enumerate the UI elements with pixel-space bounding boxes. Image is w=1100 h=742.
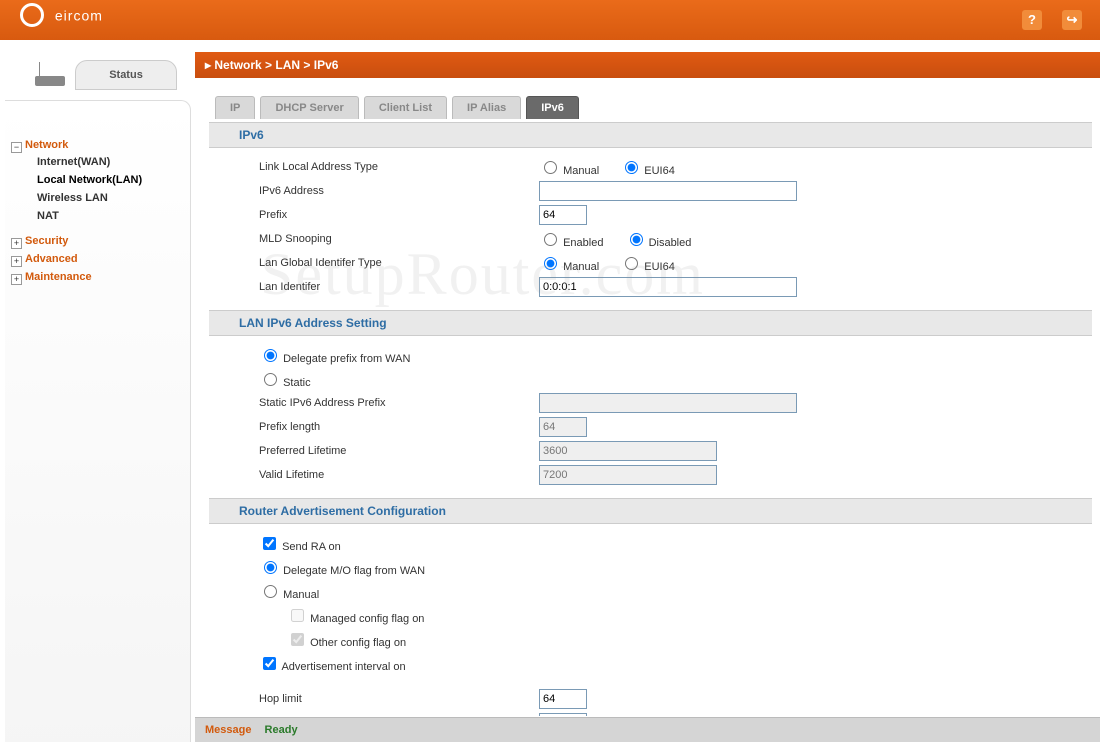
label-valid-lifetime: Valid Lifetime	[259, 469, 539, 481]
tab-client-list[interactable]: Client List	[364, 96, 447, 119]
checkbox-managed-config-flag[interactable]: Managed config flag on	[287, 613, 424, 625]
input-hop-limit[interactable]	[539, 689, 587, 709]
label-preferred-lifetime: Preferred Lifetime	[259, 445, 539, 457]
radio-link-local-eui64[interactable]: EUI64	[620, 165, 675, 177]
logout-icon[interactable]: ↪	[1062, 10, 1082, 30]
checkbox-send-ra-on[interactable]: Send RA on	[259, 541, 341, 553]
section-header-router-adv: Router Advertisement Configuration	[209, 498, 1092, 524]
brand-text: eircom	[55, 8, 103, 24]
label-hop-limit: Hop limit	[259, 693, 539, 705]
input-prefix-length[interactable]	[539, 417, 587, 437]
sidebar: Network Internet(WAN) Local Network(LAN)…	[5, 100, 191, 742]
status-bar-status: Ready	[265, 724, 298, 736]
status-bar-message-label: Message	[205, 724, 251, 736]
tab-ip[interactable]: IP	[215, 96, 255, 119]
tab-ip-alias[interactable]: IP Alias	[452, 96, 521, 119]
main-panel: IP DHCP Server Client List IP Alias IPv6…	[205, 88, 1096, 716]
input-preferred-lifetime[interactable]	[539, 441, 717, 461]
sidebar-group-security[interactable]: Security	[11, 232, 190, 250]
radio-mld-enabled[interactable]: Enabled	[539, 237, 603, 249]
label-prefix: Prefix	[259, 209, 539, 221]
sidebar-group-network[interactable]: Network Internet(WAN) Local Network(LAN)…	[11, 136, 190, 232]
tab-dhcp-server[interactable]: DHCP Server	[260, 96, 358, 119]
radio-lan-global-eui64[interactable]: EUI64	[620, 261, 675, 273]
logo-mark-icon	[20, 3, 44, 27]
status-bar: Message Ready	[195, 717, 1100, 742]
radio-delegate-mo-flag-wan[interactable]: Delegate M/O flag from WAN	[259, 565, 425, 577]
section-header-ipv6: IPv6	[209, 122, 1092, 148]
help-icon[interactable]: ?	[1022, 10, 1042, 30]
brand-logo: eircom	[20, 5, 103, 29]
input-prefix[interactable]	[539, 205, 587, 225]
sidebar-item-local-network-lan[interactable]: Local Network(LAN)	[37, 171, 190, 189]
sidebar-group-maintenance[interactable]: Maintenance	[11, 268, 190, 286]
sidebar-item-nat[interactable]: NAT	[37, 207, 190, 225]
radio-lan-global-manual[interactable]: Manual	[539, 261, 599, 273]
radio-link-local-manual[interactable]: Manual	[539, 165, 599, 177]
breadcrumb: ▸ Network > LAN > IPv6	[195, 52, 1100, 78]
label-static-ipv6-prefix: Static IPv6 Address Prefix	[259, 397, 539, 409]
label-prefix-length: Prefix length	[259, 421, 539, 433]
radio-mo-manual[interactable]: Manual	[259, 589, 319, 601]
breadcrumb-seg-lan[interactable]: LAN	[275, 58, 300, 72]
tab-ipv6[interactable]: IPv6	[526, 96, 579, 119]
input-ipv6-address[interactable]	[539, 181, 797, 201]
breadcrumb-seg-ipv6: IPv6	[314, 58, 339, 72]
label-ipv6-address: IPv6 Address	[259, 185, 539, 197]
router-icon	[35, 62, 69, 88]
section-header-lan-ipv6: LAN IPv6 Address Setting	[209, 310, 1092, 336]
label-link-local-address-type: Link Local Address Type	[259, 161, 539, 173]
sidebar-item-internet-wan[interactable]: Internet(WAN)	[37, 153, 190, 171]
label-mld-snooping: MLD Snooping	[259, 233, 539, 245]
radio-static[interactable]: Static	[259, 377, 311, 389]
sidebar-item-wireless-lan[interactable]: Wireless LAN	[37, 189, 190, 207]
radio-delegate-prefix-wan[interactable]: Delegate prefix from WAN	[259, 353, 410, 365]
input-valid-lifetime[interactable]	[539, 465, 717, 485]
checkbox-advertisement-interval-on[interactable]: Advertisement interval on	[259, 661, 406, 673]
tab-bar: IP DHCP Server Client List IP Alias IPv6	[215, 96, 1096, 122]
input-router-lifetime[interactable]	[539, 713, 587, 716]
checkbox-other-config-flag[interactable]: Other config flag on	[287, 637, 406, 649]
status-tab[interactable]: Status	[75, 60, 177, 90]
label-lan-global-identifier-type: Lan Global Identifer Type	[259, 257, 539, 269]
breadcrumb-seg-network[interactable]: Network	[214, 58, 261, 72]
label-lan-identifier: Lan Identifer	[259, 281, 539, 293]
input-lan-identifier[interactable]	[539, 277, 797, 297]
sidebar-group-advanced[interactable]: Advanced	[11, 250, 190, 268]
input-static-ipv6-prefix[interactable]	[539, 393, 797, 413]
radio-mld-disabled[interactable]: Disabled	[625, 237, 692, 249]
